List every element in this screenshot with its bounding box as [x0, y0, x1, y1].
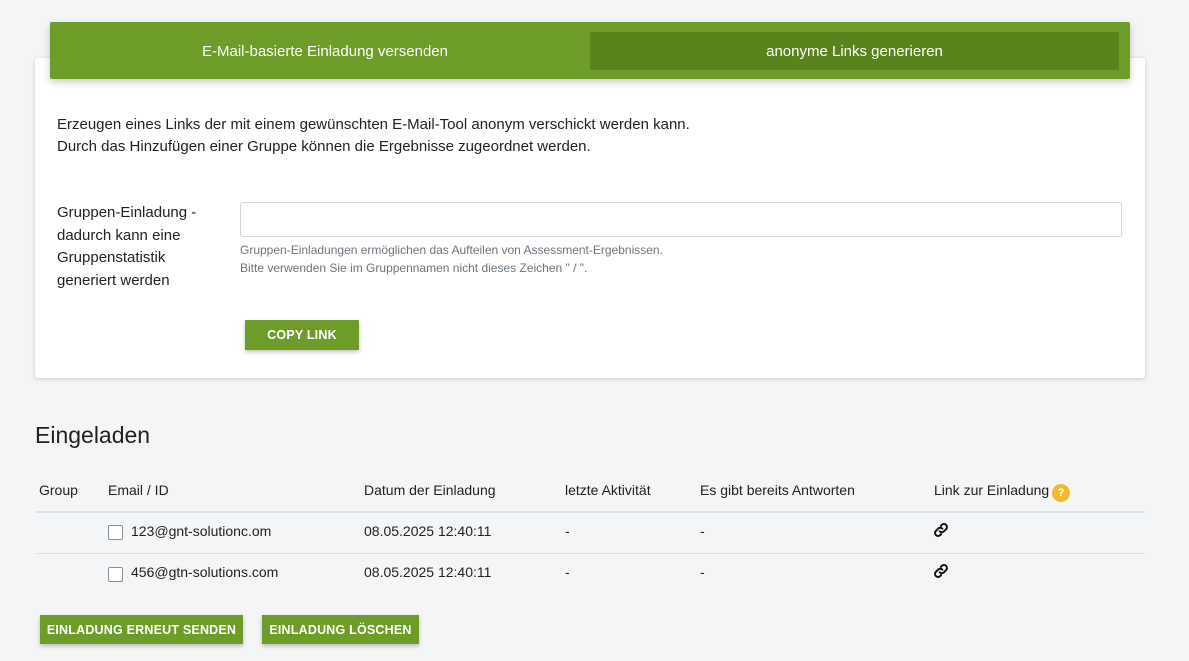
page: E-Mail-basierte Einladung versenden anon… — [0, 0, 1189, 661]
description-line-1: Erzeugen eines Links der mit einem gewün… — [57, 116, 690, 133]
column-header-group: Group — [39, 482, 78, 498]
column-header-activity: letzte Aktivität — [565, 482, 651, 498]
column-header-link: Link zur Einladung — [934, 482, 1050, 498]
resend-invitation-button[interactable]: EINLADUNG ERNEUT SENDEN — [40, 615, 243, 644]
delete-invitation-button[interactable]: EINLADUNG LÖSCHEN — [262, 615, 419, 644]
column-header-email: Email / ID — [108, 482, 169, 498]
column-header-date: Datum der Einladung — [364, 482, 496, 498]
card-description: Erzeugen eines Links der mit einem gewün… — [57, 114, 690, 157]
column-header-answers: Es gibt bereits Antworten — [700, 482, 855, 498]
group-label-line-4: generiert werden — [57, 271, 170, 289]
tab-email-invitation[interactable]: E-Mail-basierte Einladung versenden — [60, 32, 590, 70]
row-1-activity: - — [565, 523, 570, 539]
group-help-line-2: Bitte verwenden Sie im Gruppennamen nich… — [240, 261, 588, 275]
row-1-select-checkbox[interactable] — [108, 525, 123, 540]
table-header-divider — [35, 511, 1145, 513]
row-1-date: 08.05.2025 12:40:11 — [364, 523, 492, 539]
row-2-select-checkbox[interactable] — [108, 567, 123, 582]
table-row-divider — [35, 553, 1145, 554]
invitation-tab-bar: E-Mail-basierte Einladung versenden anon… — [50, 22, 1130, 79]
description-line-2: Durch das Hinzufügen einer Gruppe können… — [57, 137, 591, 155]
row-2-answers: - — [700, 564, 705, 580]
group-name-input[interactable] — [240, 202, 1122, 237]
row-2-email: 456@gtn-solutions.com — [131, 564, 279, 580]
row-2-link-icon[interactable] — [933, 563, 949, 579]
row-1-link-icon[interactable] — [933, 522, 949, 538]
group-label-line-3: Gruppenstatistik — [57, 249, 166, 266]
invited-section-title: Eingeladen — [35, 422, 151, 448]
group-label-line-2: dadurch kann eine — [57, 226, 181, 244]
group-invitation-label: Gruppen-Einladung - dadurch kann eine Gr… — [57, 202, 217, 292]
group-input-help: Gruppen-Einladungen ermöglichen das Auft… — [240, 241, 663, 277]
link-help-question-icon[interactable]: ? — [1052, 484, 1070, 502]
row-2-date: 08.05.2025 12:40:11 — [364, 564, 492, 580]
group-help-line-1: Gruppen-Einladungen ermöglichen das Auft… — [240, 243, 663, 257]
row-2-activity: - — [565, 564, 570, 580]
copy-link-button[interactable]: COPY LINK — [245, 320, 359, 350]
row-1-email: 123@gnt-solutionc.om — [131, 523, 272, 539]
row-1-answers: - — [700, 523, 705, 539]
tab-anonymous-links[interactable]: anonyme Links generieren — [590, 32, 1119, 70]
group-label-line-1: Gruppen-Einladung - — [57, 204, 197, 221]
